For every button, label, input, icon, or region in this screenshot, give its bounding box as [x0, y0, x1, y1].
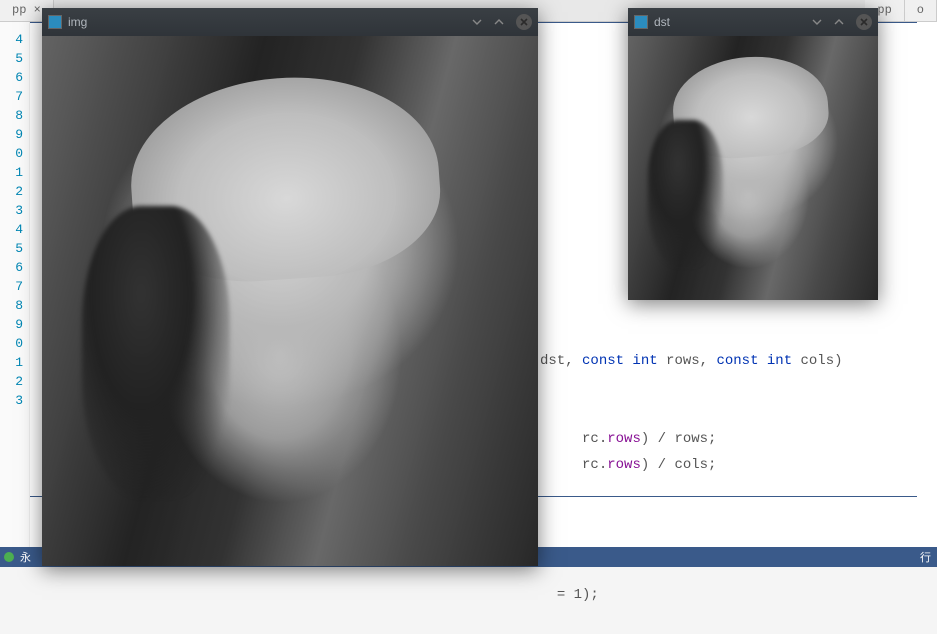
line-number: 8 — [0, 106, 23, 125]
app-icon — [634, 15, 648, 29]
line-number: 5 — [0, 49, 23, 68]
image-content — [42, 36, 538, 566]
line-number: 0 — [0, 334, 23, 353]
tab-label: pp — [877, 3, 891, 17]
close-button[interactable] — [516, 14, 532, 30]
window-title: img — [68, 15, 87, 29]
image-viewport — [628, 36, 878, 300]
maximize-button[interactable] — [488, 11, 510, 33]
tab-label: pp — [12, 3, 26, 17]
line-number: 0 — [0, 144, 23, 163]
tab-label: o — [917, 3, 924, 17]
minimize-button[interactable] — [466, 11, 488, 33]
status-right: 行 — [920, 549, 937, 565]
line-number: 7 — [0, 277, 23, 296]
status-text: 永 — [20, 549, 31, 565]
line-number: 6 — [0, 258, 23, 277]
app-icon — [48, 15, 62, 29]
line-number: 5 — [0, 239, 23, 258]
line-number: 2 — [0, 182, 23, 201]
maximize-button[interactable] — [828, 11, 850, 33]
line-number: 3 — [0, 201, 23, 220]
line-number: 4 — [0, 220, 23, 239]
line-number: 6 — [0, 68, 23, 87]
code-text: dst, const int rows, const int cols) rc.… — [540, 322, 843, 634]
editor-tab-r2[interactable]: o — [905, 0, 937, 21]
line-number: 3 — [0, 391, 23, 410]
status-ok-icon — [4, 552, 14, 562]
window-title: dst — [654, 15, 670, 29]
line-number-gutter: 45678901234567890123 — [0, 22, 30, 547]
minimize-button[interactable] — [806, 11, 828, 33]
line-number: 2 — [0, 372, 23, 391]
title-bar[interactable]: dst — [628, 8, 878, 36]
image-window-dst[interactable]: dst — [628, 8, 878, 300]
line-number: 8 — [0, 296, 23, 315]
image-window-img[interactable]: img — [42, 8, 538, 566]
line-number: 4 — [0, 30, 23, 49]
line-number: 9 — [0, 125, 23, 144]
line-number: 1 — [0, 353, 23, 372]
image-content — [628, 36, 878, 300]
image-viewport — [42, 36, 538, 566]
line-number: 7 — [0, 87, 23, 106]
close-button[interactable] — [856, 14, 872, 30]
line-number: 1 — [0, 163, 23, 182]
title-bar[interactable]: img — [42, 8, 538, 36]
line-number: 9 — [0, 315, 23, 334]
